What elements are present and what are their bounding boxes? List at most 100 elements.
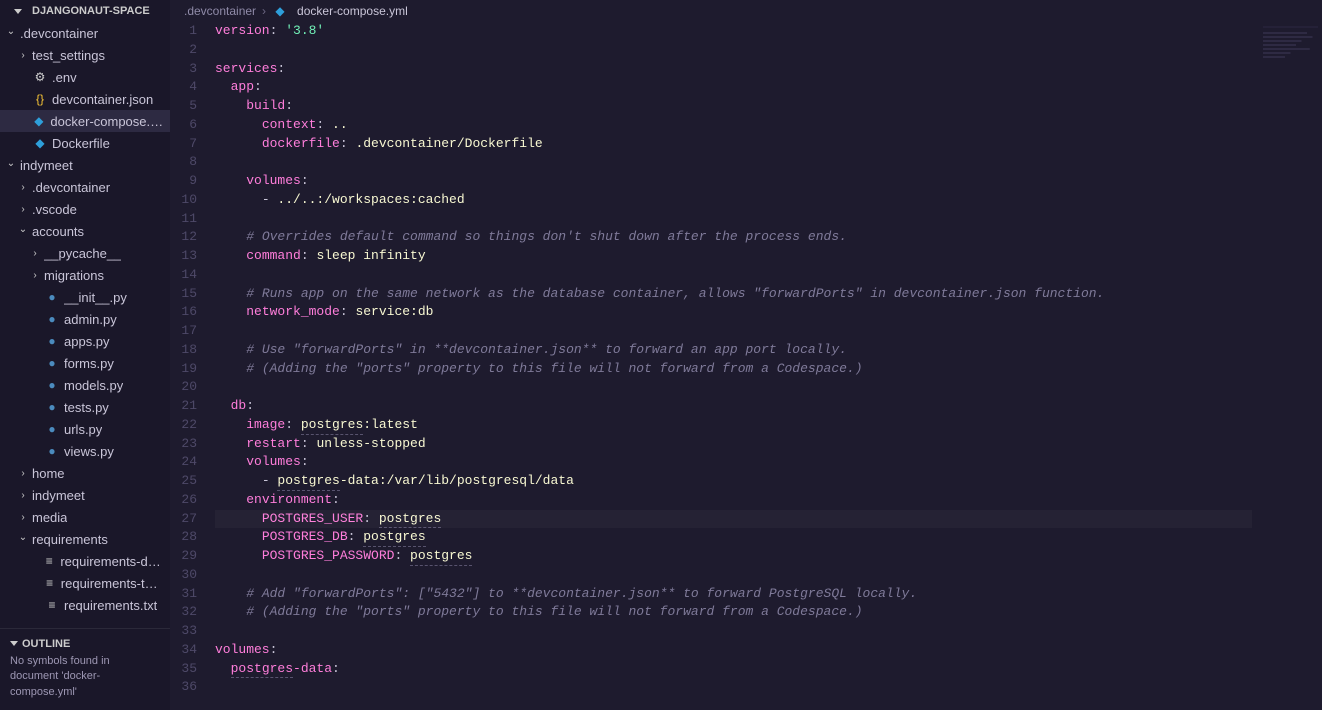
tree-item-label: __pycache__ (44, 246, 121, 261)
py-icon: ● (44, 312, 60, 326)
breadcrumb[interactable]: .devcontainer › ◆ docker-compose.yml (170, 0, 1322, 22)
code-line[interactable]: command: sleep infinity (215, 247, 1322, 266)
code-line[interactable]: volumes: (215, 641, 1322, 660)
file-requirements-dev-t---[interactable]: ≡requirements-dev.t... (0, 550, 170, 572)
tree-item-label: __init__.py (64, 290, 127, 305)
code-line[interactable]: # Use "forwardPorts" in **devcontainer.j… (215, 341, 1322, 360)
folder-home[interactable]: home (0, 462, 170, 484)
code-line[interactable]: # Add "forwardPorts": ["5432"] to **devc… (215, 585, 1322, 604)
tree-item-label: tests.py (64, 400, 109, 415)
tree-item-label: migrations (44, 268, 104, 283)
file-docker-compose-yml[interactable]: ◆docker-compose.yml (0, 110, 170, 132)
tree-item-label: indymeet (20, 158, 73, 173)
line-gutter: 1234567891011121314151617181920212223242… (170, 22, 215, 710)
py-icon: ● (44, 378, 60, 392)
code-line[interactable] (215, 41, 1322, 60)
folder-test-settings[interactable]: test_settings (0, 44, 170, 66)
code-line[interactable]: # Runs app on the same network as the da… (215, 285, 1322, 304)
tree-item-label: apps.py (64, 334, 110, 349)
code-content[interactable]: version: '3.8' services: app: build: cont… (215, 22, 1322, 710)
outline-title[interactable]: OUTLINE (10, 634, 160, 654)
code-line[interactable] (215, 378, 1322, 397)
folder-indymeet[interactable]: indymeet (0, 484, 170, 506)
code-line[interactable]: volumes: (215, 453, 1322, 472)
code-line[interactable]: app: (215, 78, 1322, 97)
tree-item-label: forms.py (64, 356, 114, 371)
file-requirements-txt[interactable]: ≡ requirements.txt (0, 594, 170, 616)
file-requirements-test----[interactable]: ≡requirements-test.... (0, 572, 170, 594)
minimap[interactable] (1263, 26, 1318, 66)
code-line[interactable]: context: .. (215, 116, 1322, 135)
code-line[interactable]: # Overrides default command so things do… (215, 228, 1322, 247)
file-views-py[interactable]: ●views.py (0, 440, 170, 462)
tree-item-label: .devcontainer (20, 26, 98, 41)
code-line[interactable] (215, 210, 1322, 229)
outline-panel: OUTLINE No symbols found in document 'do… (0, 628, 170, 710)
code-line[interactable]: db: (215, 397, 1322, 416)
file-forms-py[interactable]: ●forms.py (0, 352, 170, 374)
file--env[interactable]: ⚙.env (0, 66, 170, 88)
code-line[interactable]: - postgres-data:/var/lib/postgresql/data (215, 472, 1322, 491)
code-line[interactable]: # (Adding the "ports" property to this f… (215, 360, 1322, 379)
folder-accounts[interactable]: accounts (0, 220, 170, 242)
code-line[interactable]: volumes: (215, 172, 1322, 191)
code-line[interactable]: dockerfile: .devcontainer/Dockerfile (215, 135, 1322, 154)
folder-media[interactable]: media (0, 506, 170, 528)
file-devcontainer-json[interactable]: {}devcontainer.json (0, 88, 170, 110)
code-line[interactable]: build: (215, 97, 1322, 116)
code-line[interactable]: version: '3.8' (215, 22, 1322, 41)
folder--devcontainer[interactable]: .devcontainer (0, 22, 170, 44)
explorer-title[interactable]: DJANGONAUT-SPACE (0, 0, 170, 22)
chevron-right-icon (30, 248, 40, 259)
tree-item-label: requirements.txt (64, 598, 157, 613)
code-line[interactable] (215, 322, 1322, 341)
code-line[interactable] (215, 566, 1322, 585)
py-icon: ● (44, 400, 60, 414)
tree-item-label: models.py (64, 378, 123, 393)
file---init---py[interactable]: ●__init__.py (0, 286, 170, 308)
code-line[interactable]: - ../..:/workspaces:cached (215, 191, 1322, 210)
code-line[interactable] (215, 153, 1322, 172)
code-line[interactable]: image: postgres:latest (215, 416, 1322, 435)
file-models-py[interactable]: ● models.py (0, 374, 170, 396)
json-icon: {} (32, 92, 48, 106)
file-apps-py[interactable]: ●apps.py (0, 330, 170, 352)
code-line[interactable] (215, 678, 1322, 697)
code-line[interactable]: POSTGRES_USER: postgres (215, 510, 1322, 529)
tree-item-label: admin.py (64, 312, 117, 327)
chevron-right-icon (30, 270, 40, 281)
code-editor[interactable]: 1234567891011121314151617181920212223242… (170, 22, 1322, 710)
editor-area: .devcontainer › ◆ docker-compose.yml 123… (170, 0, 1322, 710)
txt-icon: ≡ (43, 576, 57, 590)
txt-icon: ≡ (44, 598, 60, 612)
folder--devcontainer[interactable]: .devcontainer (0, 176, 170, 198)
file-admin-py[interactable]: ● admin.py (0, 308, 170, 330)
tree-item-label: media (32, 510, 67, 525)
breadcrumb-file-label: docker-compose.yml (297, 4, 408, 18)
breadcrumb-file[interactable]: ◆ docker-compose.yml (272, 4, 408, 18)
code-line[interactable]: # (Adding the "ports" property to this f… (215, 603, 1322, 622)
folder--vscode[interactable]: .vscode (0, 198, 170, 220)
folder-requirements[interactable]: requirements (0, 528, 170, 550)
code-line[interactable]: restart: unless-stopped (215, 435, 1322, 454)
code-line[interactable]: POSTGRES_PASSWORD: postgres (215, 547, 1322, 566)
code-line[interactable] (215, 266, 1322, 285)
code-line[interactable]: POSTGRES_DB: postgres (215, 528, 1322, 547)
tree-item-label: Dockerfile (52, 136, 110, 151)
code-line[interactable] (215, 622, 1322, 641)
folder-indymeet[interactable]: indymeet (0, 154, 170, 176)
code-line[interactable]: network_mode: service:db (215, 303, 1322, 322)
chevron-right-icon (18, 204, 28, 215)
tree-item-label: requirements (32, 532, 108, 547)
file-tests-py[interactable]: ● tests.py (0, 396, 170, 418)
folder---pycache--[interactable]: __pycache__ (0, 242, 170, 264)
code-line[interactable]: services: (215, 60, 1322, 79)
breadcrumb-folder[interactable]: .devcontainer (184, 4, 256, 18)
folder-migrations[interactable]: migrations (0, 264, 170, 286)
file-dockerfile[interactable]: ◆Dockerfile (0, 132, 170, 154)
tree-item-label: test_settings (32, 48, 105, 63)
tree-item-label: accounts (32, 224, 84, 239)
code-line[interactable]: postgres-data: (215, 660, 1322, 679)
code-line[interactable]: environment: (215, 491, 1322, 510)
file-urls-py[interactable]: ●urls.py (0, 418, 170, 440)
